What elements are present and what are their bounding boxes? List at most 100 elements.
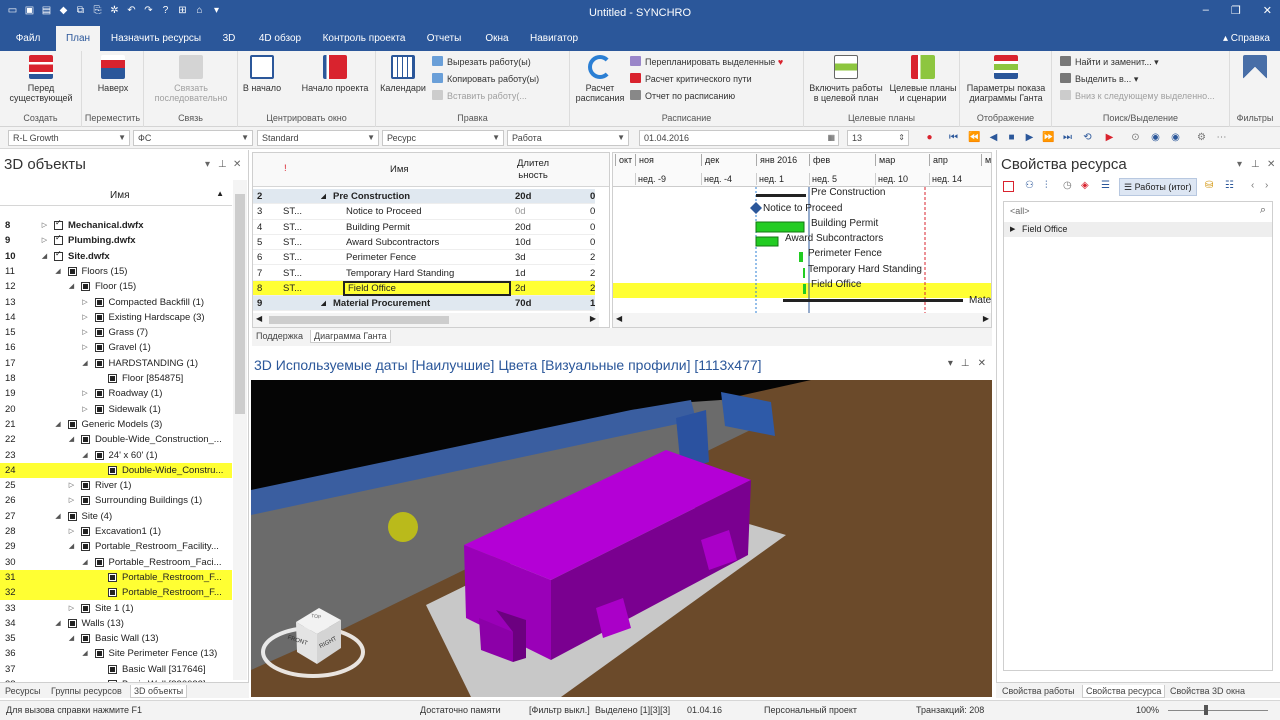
view-icon[interactable]: ◉ bbox=[1150, 131, 1161, 144]
expand-icon[interactable]: ▷ bbox=[67, 524, 76, 539]
scroll-right-icon[interactable]: ▶ bbox=[983, 314, 989, 323]
include-in-target-button[interactable]: Включить работы в целевой план bbox=[806, 55, 886, 103]
minimize-icon[interactable]: – bbox=[1203, 4, 1209, 17]
list-item[interactable]: ▶ Field Office bbox=[1004, 222, 1272, 237]
tab-4d-review[interactable]: 4D обзор bbox=[254, 26, 306, 51]
close-icon[interactable]: ✕ bbox=[978, 358, 986, 369]
close-icon[interactable]: ✕ bbox=[233, 159, 241, 170]
visibility-checkbox[interactable] bbox=[81, 496, 90, 506]
visibility-checkbox[interactable] bbox=[94, 557, 104, 567]
tab-gantt[interactable]: Диаграмма Ганта bbox=[310, 330, 391, 343]
expand-icon[interactable]: ▷ bbox=[81, 402, 90, 417]
tree-row[interactable]: 34 ◢ Walls (13) bbox=[0, 616, 232, 631]
table-row[interactable]: 2 Pre Construction ◢ 20d 0 bbox=[253, 189, 595, 205]
gantt-hscrollbar[interactable]: ◀ ▶ bbox=[613, 313, 991, 327]
paste-task-button[interactable]: Вставить работу(... bbox=[432, 89, 527, 103]
visibility-checkbox[interactable] bbox=[54, 218, 63, 230]
task-combo[interactable]: Работа ▼ bbox=[507, 130, 629, 146]
collapse-icon[interactable]: ◢ bbox=[54, 509, 63, 524]
tree-row[interactable]: 20 ▷ Sidewalk (1) bbox=[0, 402, 232, 417]
expand-icon[interactable]: ▷ bbox=[67, 601, 76, 616]
column-flag-header[interactable]: ! bbox=[284, 163, 287, 174]
settings-icon[interactable]: ⚙ bbox=[1196, 131, 1207, 144]
3d-viewport[interactable]: FRONT RIGHT TOP bbox=[251, 380, 992, 697]
collapse-icon[interactable]: ◢ bbox=[321, 296, 326, 311]
gantt-bar[interactable] bbox=[755, 221, 805, 233]
filters-button[interactable] bbox=[1234, 55, 1276, 83]
visibility-checkbox[interactable] bbox=[67, 419, 77, 429]
pin-menu-icon[interactable]: ▾ bbox=[1237, 159, 1242, 170]
schedule-calc-button[interactable]: Расчет расписания bbox=[572, 55, 628, 103]
tab-resource-groups[interactable]: Группы ресурсов bbox=[51, 685, 122, 698]
tree-row[interactable]: 12 ◢ Floor (15) bbox=[0, 279, 232, 294]
scroll-thumb[interactable] bbox=[269, 316, 449, 324]
tree-row[interactable]: 16 ▷ Gravel (1) bbox=[0, 340, 232, 355]
tab-plan[interactable]: План bbox=[56, 26, 100, 51]
tree-row[interactable]: 22 ◢ Double-Wide_Construction_... bbox=[0, 432, 232, 447]
table-row[interactable]: 6 ST... Perimeter Fence 3d 2 bbox=[253, 250, 595, 266]
pin-menu-icon[interactable]: ▾ bbox=[948, 358, 953, 369]
expand-icon[interactable]: ▷ bbox=[81, 340, 90, 355]
visibility-checkbox[interactable] bbox=[81, 527, 90, 536]
tree-row[interactable]: 27 ◢ Site (4) bbox=[0, 509, 232, 524]
help-menu[interactable]: ▴ Справка bbox=[1223, 26, 1270, 51]
tree-row[interactable]: 9 ▷ Plumbing.dwfx bbox=[0, 233, 232, 248]
scroll-right-icon[interactable]: › bbox=[1265, 180, 1268, 191]
tree-row[interactable]: 25 ▷ River (1) bbox=[0, 478, 232, 493]
expand-icon[interactable]: ▷ bbox=[67, 478, 76, 493]
calendars-button[interactable]: Календари bbox=[378, 55, 428, 93]
visibility-checkbox[interactable] bbox=[94, 404, 104, 414]
insert-before-button[interactable]: Перед существующей bbox=[4, 55, 78, 103]
tree-row[interactable]: 26 ▷ Surrounding Buildings (1) bbox=[0, 493, 232, 508]
pin-icon[interactable]: ⊥ bbox=[218, 159, 227, 170]
collapse-icon[interactable]: ◢ bbox=[54, 264, 63, 279]
filter-combo[interactable]: ФС ▼ bbox=[133, 130, 253, 146]
expand-icon[interactable]: ▷ bbox=[81, 295, 90, 310]
scroll-right-icon[interactable]: ▶ bbox=[590, 314, 596, 323]
visibility-checkbox[interactable] bbox=[81, 634, 90, 644]
gantt-bar[interactable] bbox=[803, 268, 805, 278]
tab-task-properties[interactable]: Свойства работы bbox=[1002, 685, 1075, 698]
visibility-checkbox[interactable] bbox=[94, 312, 104, 322]
next-step-icon[interactable]: ⏩ bbox=[1042, 131, 1054, 144]
expand-icon[interactable]: ▷ bbox=[81, 325, 90, 340]
visibility-checkbox[interactable] bbox=[54, 249, 63, 261]
gantt-milestone[interactable] bbox=[750, 202, 762, 214]
copy-task-button[interactable]: Копировать работу(ы) bbox=[432, 72, 539, 86]
select-in-button[interactable]: Выделить в... ▾ bbox=[1060, 72, 1138, 86]
zoom-slider-thumb[interactable] bbox=[1204, 705, 1208, 715]
visibility-checkbox[interactable] bbox=[94, 450, 104, 460]
tab-support[interactable]: Поддержка bbox=[256, 330, 303, 343]
tab-navigator[interactable]: Навигатор bbox=[526, 26, 582, 51]
collapse-icon[interactable]: ◢ bbox=[81, 448, 90, 463]
pin-icon[interactable]: ⊥ bbox=[1251, 159, 1260, 170]
visibility-checkbox[interactable] bbox=[67, 618, 77, 628]
tab-assign-resources[interactable]: Назначить ресурсы bbox=[108, 26, 204, 51]
table-row[interactable]: 3 ST... Notice to Proceed 0d 0 bbox=[253, 204, 595, 220]
visibility-checkbox[interactable] bbox=[67, 511, 77, 521]
collapse-icon[interactable]: ◢ bbox=[321, 189, 326, 204]
tree-row[interactable]: 28 ▷ Excavation1 (1) bbox=[0, 524, 232, 539]
resource-combo[interactable]: Ресурс ▼ bbox=[382, 130, 504, 146]
play-icon[interactable]: ▶ bbox=[1024, 131, 1035, 144]
table-row[interactable]: 4 ST... Building Permit 20d 0 bbox=[253, 220, 595, 235]
back-icon[interactable]: ◀ bbox=[988, 131, 999, 144]
general-icon[interactable] bbox=[1003, 181, 1014, 192]
visibility-checkbox[interactable] bbox=[108, 572, 117, 582]
collapse-icon[interactable]: ◢ bbox=[67, 432, 76, 447]
column-name-header[interactable]: Имя bbox=[390, 164, 409, 175]
expand-icon[interactable]: ▷ bbox=[81, 310, 90, 325]
schedule-report-button[interactable]: Отчет по расписанию bbox=[630, 89, 735, 103]
tree-row[interactable]: 14 ▷ Existing Hardscape (3) bbox=[0, 310, 232, 325]
date-field[interactable]: 01.04.2016 ▦ bbox=[639, 130, 839, 146]
expand-icon[interactable]: ▷ bbox=[81, 386, 90, 401]
tree-row[interactable]: 24 Double-Wide_Constru... bbox=[0, 462, 232, 479]
record-icon[interactable]: ● bbox=[924, 131, 935, 144]
tree-row[interactable]: 36 ◢ Site Perimeter Fence (13) bbox=[0, 646, 232, 661]
visibility-checkbox[interactable] bbox=[81, 603, 90, 613]
tree-row[interactable]: 17 ◢ HARDSTANDING (1) bbox=[0, 356, 232, 371]
tab-resources[interactable]: Ресурсы bbox=[5, 685, 41, 698]
tree-row[interactable]: 13 ▷ Compacted Backfill (1) bbox=[0, 295, 232, 310]
prev-step-icon[interactable]: ⏪ bbox=[968, 131, 980, 144]
gantt-options-button[interactable]: Параметры показа диаграммы Ганта bbox=[962, 55, 1050, 103]
